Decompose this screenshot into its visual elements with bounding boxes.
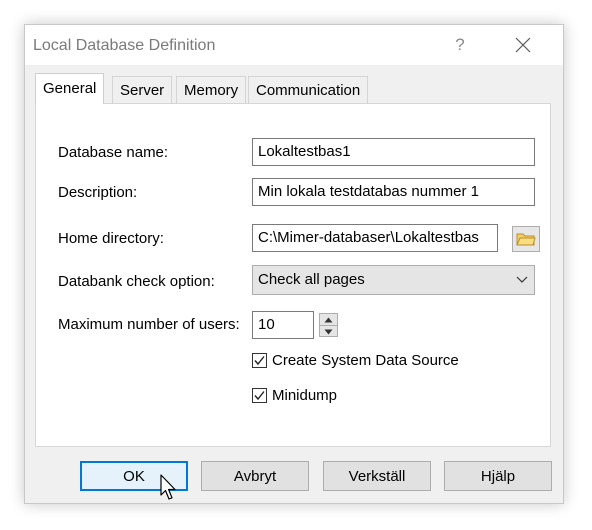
database-name-label: Database name: bbox=[58, 144, 169, 161]
chevron-down-icon bbox=[516, 276, 528, 283]
apply-button[interactable]: Verkställ bbox=[323, 461, 431, 491]
databank-check-select[interactable]: Check all pages bbox=[252, 265, 535, 295]
title-bar: Local Database Definition ? bbox=[25, 25, 563, 65]
home-directory-field[interactable]: C:\Mimer-databaser\Lokaltestbas bbox=[252, 224, 498, 252]
spin-up-icon[interactable] bbox=[320, 314, 337, 325]
spin-down-icon[interactable] bbox=[320, 325, 337, 337]
local-database-definition-dialog: Local Database Definition ? General Serv… bbox=[24, 24, 564, 504]
databank-check-label: Databank check option: bbox=[58, 273, 215, 290]
close-icon[interactable] bbox=[513, 35, 533, 55]
description-label: Description: bbox=[58, 184, 138, 201]
minidump-checkbox[interactable]: Minidump bbox=[252, 387, 337, 404]
create-system-data-source-checkbox[interactable]: Create System Data Source bbox=[252, 352, 459, 369]
cancel-button[interactable]: Avbryt bbox=[201, 461, 309, 491]
checkmark-icon[interactable] bbox=[252, 353, 267, 368]
databank-check-value: Check all pages bbox=[258, 271, 365, 288]
create-system-data-source-label: Create System Data Source bbox=[272, 352, 459, 369]
dialog-title: Local Database Definition bbox=[33, 37, 216, 54]
browse-folder-button[interactable] bbox=[512, 226, 540, 252]
help-title-button[interactable]: ? bbox=[445, 31, 475, 59]
folder-icon bbox=[516, 233, 536, 246]
checkmark-icon[interactable] bbox=[252, 388, 267, 403]
tab-communication[interactable]: Communication bbox=[248, 76, 369, 103]
description-field[interactable]: Min lokala testdatabas nummer 1 bbox=[252, 178, 535, 206]
database-name-field[interactable]: Lokaltestbas1 bbox=[252, 138, 535, 166]
max-users-field[interactable]: 10 bbox=[252, 311, 314, 339]
help-button[interactable]: Hjälp bbox=[444, 461, 552, 491]
home-directory-label: Home directory: bbox=[58, 230, 164, 247]
minidump-label: Minidump bbox=[272, 387, 338, 404]
tab-server[interactable]: Server bbox=[112, 76, 173, 103]
max-users-label: Maximum number of users: bbox=[58, 316, 240, 333]
tab-memory[interactable]: Memory bbox=[176, 76, 247, 103]
max-users-spinner[interactable] bbox=[319, 313, 338, 337]
general-tab-panel: Database name: Lokaltestbas1 Description… bbox=[35, 103, 551, 447]
tab-general[interactable]: General bbox=[35, 73, 105, 104]
mouse-pointer-icon bbox=[160, 474, 176, 500]
